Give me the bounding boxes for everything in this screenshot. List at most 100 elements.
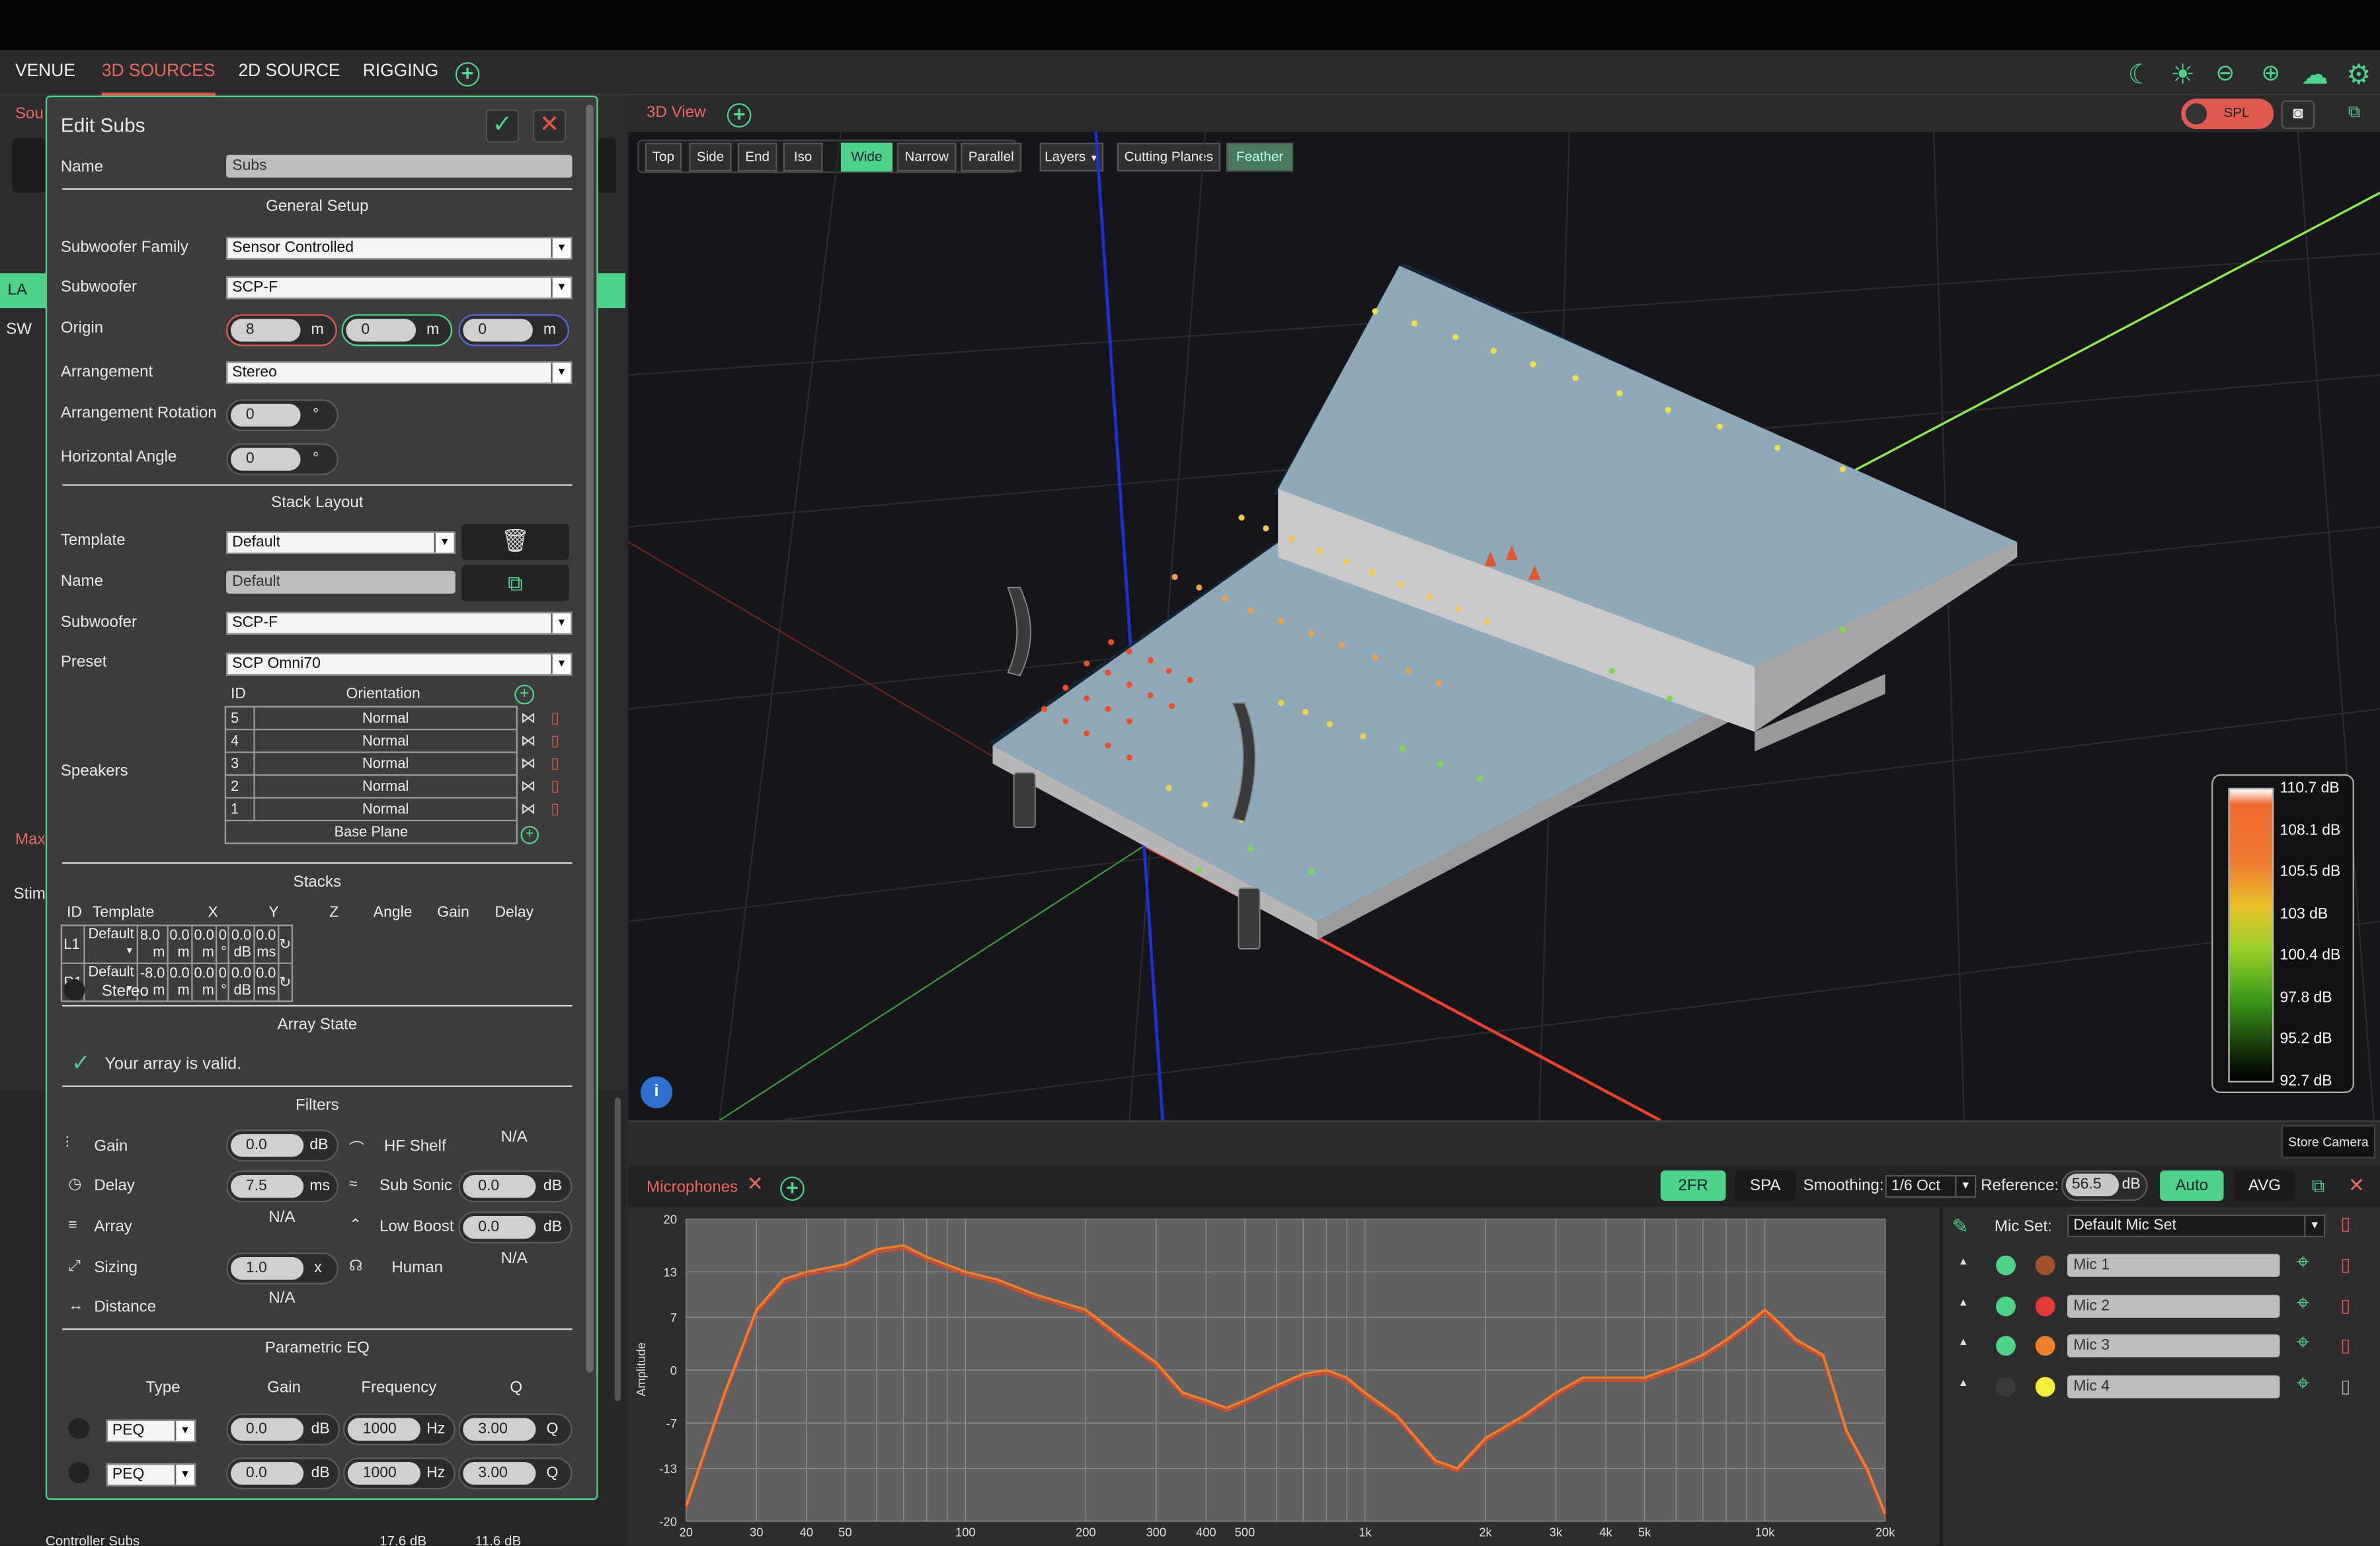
low-boost-value[interactable]: 0.0	[463, 1216, 536, 1239]
template-select[interactable]: Default ▼	[226, 531, 456, 555]
sizing-value[interactable]: 1.0	[230, 1257, 304, 1280]
crosshair-icon[interactable]: ⌖	[2297, 1250, 2309, 1276]
gain-value[interactable]: 0.0	[230, 1134, 304, 1157]
tab-2d-source[interactable]: 2D SOURCE	[238, 50, 340, 96]
mode-spa-button[interactable]: SPA	[1735, 1170, 1796, 1201]
peq-gain-value[interactable]: 0.0	[230, 1461, 304, 1485]
spl-toggle[interactable]: SPL	[2181, 99, 2274, 130]
mic-color-swatch[interactable]	[2035, 1377, 2055, 1397]
stack-delay-field[interactable]: 0.0 ms	[253, 924, 280, 964]
stack-angle-field[interactable]: 0 °	[216, 962, 230, 1002]
origin-z-value[interactable]: 0	[463, 319, 533, 342]
speaker-row[interactable]: 1 Normal	[224, 797, 518, 822]
add-tab-button[interactable]: +	[455, 61, 480, 88]
trash-icon[interactable]: ▯	[2340, 1254, 2350, 1275]
bg-scrollbar[interactable]	[614, 1097, 621, 1402]
stack-row[interactable]: L1 Default ▼ 8.0 m 0.0 m 0.0 m 0 ° 0.0 dB 0.0 m…	[60, 924, 293, 964]
stack-delay-field[interactable]: 0.0 ms	[253, 962, 280, 1002]
peq-q-field[interactable]: 3.00 Q	[458, 1457, 573, 1490]
add-base-plane-button[interactable]: +	[520, 825, 539, 844]
trash-icon[interactable]: ▯	[551, 733, 559, 750]
arrangement-rotation-value[interactable]: 0	[230, 403, 301, 427]
trash-icon[interactable]: ▯	[551, 710, 559, 727]
stack-row[interactable]: R1 Default▼ -8.0m 0.0m 0.0m 0° 0.0dB 0.0…	[60, 962, 293, 1002]
tab-venue[interactable]: VENUE	[15, 50, 75, 96]
stack-y-field[interactable]: 0.0 m	[166, 924, 193, 964]
base-plane-row[interactable]: Base Plane	[224, 819, 518, 844]
tab-3d-sources[interactable]: 3D SOURCES	[101, 50, 216, 96]
mic-name-field[interactable]: Mic 2	[2067, 1295, 2280, 1318]
trash-icon[interactable]: ▯	[2340, 1334, 2350, 1356]
mic-visible-toggle[interactable]	[1996, 1336, 2016, 1356]
mic-color-swatch[interactable]	[2035, 1255, 2055, 1276]
peq-enable-toggle[interactable]	[68, 1418, 90, 1440]
expand-icon[interactable]: ▲	[1958, 1338, 1969, 1348]
sizing-field[interactable]: 1.0 x	[226, 1252, 338, 1285]
arrangement-rotation-field[interactable]: 0 °	[226, 399, 338, 432]
flip-icon[interactable]: ⋈	[520, 733, 536, 750]
peq-type-select[interactable]: PEQ ▼	[106, 1463, 196, 1486]
peq-frequency-value[interactable]: 1000	[347, 1418, 420, 1441]
mic-color-swatch[interactable]	[2035, 1336, 2055, 1356]
speaker-row[interactable]: 5 Normal	[224, 706, 518, 731]
delete-template-button[interactable]: 🗑	[461, 524, 569, 561]
stack-x-field[interactable]: 8.0 m	[137, 924, 169, 964]
horizontal-angle-field[interactable]: 0 °	[226, 443, 338, 475]
stack-y-field[interactable]: 0.0 m	[166, 962, 193, 1002]
peq-q-value[interactable]: 3.00	[463, 1461, 536, 1485]
store-camera-button[interactable]: Store Camera	[2281, 1125, 2376, 1159]
3d-scene[interactable]	[628, 132, 2380, 1121]
stack-template-select[interactable]: Default ▼	[83, 924, 139, 964]
flip-icon[interactable]: ⋈	[520, 779, 536, 795]
camera-button[interactable]: ◙	[2281, 100, 2315, 130]
low-boost-field[interactable]: 0.0 dB	[458, 1211, 573, 1244]
mic-name-field[interactable]: Mic 4	[2067, 1375, 2280, 1399]
close-panel-icon[interactable]: ✕	[2348, 1174, 2365, 1198]
sub-sonic-value[interactable]: 0.0	[463, 1175, 536, 1198]
trash-icon[interactable]: ▯	[2340, 1213, 2350, 1234]
speaker-orientation[interactable]: Normal	[253, 774, 518, 799]
peq-gain-field[interactable]: 0.0 dB	[226, 1413, 340, 1445]
stack-z-field[interactable]: 0.0 m	[190, 924, 218, 964]
flip-icon[interactable]: ⋈	[520, 756, 536, 772]
speaker-row[interactable]: 4 Normal	[224, 729, 518, 753]
mic-row[interactable]: ▲ Mic 1 ⌖ ▯	[1952, 1250, 2377, 1283]
pencil-icon[interactable]: ✎	[1952, 1215, 1969, 1239]
speaker-row[interactable]: 3 Normal	[224, 751, 518, 776]
frequency-response-chart[interactable]: 20 13 7 0 -7 -13 -20 20 30 40 50 100 200 300 400 500 1k…	[631, 1209, 1936, 1546]
delay-value[interactable]: 7.5	[230, 1175, 304, 1198]
stereo-toggle[interactable]	[63, 979, 85, 1000]
stack-angle-field[interactable]: 0 °	[216, 924, 230, 964]
crosshair-icon[interactable]: ⌖	[2297, 1330, 2309, 1356]
speaker-orientation[interactable]: Normal	[253, 729, 518, 753]
peq-enable-toggle[interactable]	[68, 1461, 90, 1484]
confirm-button[interactable]: ✓	[485, 109, 520, 143]
smoothing-select[interactable]: 1/6 Oct ▼	[1885, 1175, 1977, 1198]
close-button[interactable]: ✕	[532, 109, 567, 143]
speaker-orientation[interactable]: Normal	[253, 706, 518, 731]
avg-button[interactable]: AVG	[2234, 1170, 2295, 1201]
preset-select[interactable]: SCP Omni70 ▼	[226, 653, 573, 676]
peq-gain-value[interactable]: 0.0	[230, 1418, 304, 1441]
subwoofer-select[interactable]: SCP-F ▼	[226, 276, 573, 300]
reference-value[interactable]: 56.5	[2065, 1173, 2120, 1197]
crosshair-icon[interactable]: ⌖	[2297, 1371, 2309, 1397]
tab-rigging[interactable]: RIGGING	[363, 50, 438, 96]
mic-color-swatch[interactable]	[2035, 1296, 2055, 1317]
reset-icon[interactable]: ↻	[277, 962, 293, 1002]
stack-gain-field[interactable]: 0.0 dB	[228, 924, 255, 964]
dialog-scrollbar[interactable]	[586, 104, 594, 1373]
cloud-download-icon[interactable]: ☁	[2298, 61, 2332, 88]
peq-frequency-value[interactable]: 1000	[347, 1461, 420, 1485]
mic-row[interactable]: ▲ Mic 3 ⌖ ▯	[1952, 1330, 2377, 1363]
peq-frequency-field[interactable]: 1000 Hz	[342, 1413, 456, 1445]
expand-icon[interactable]: ▲	[1958, 1379, 1969, 1389]
tab-microphones[interactable]: Microphones	[647, 1178, 738, 1197]
layout-name-field[interactable]: Default	[226, 571, 456, 594]
arrangement-select[interactable]: Stereo ▼	[226, 361, 573, 384]
sun-icon[interactable]: ☀	[2166, 61, 2200, 88]
trash-icon[interactable]: ▯	[2340, 1295, 2350, 1316]
mic-visible-toggle[interactable]	[1996, 1255, 2016, 1276]
mic-name-field[interactable]: Mic 3	[2067, 1334, 2280, 1358]
trash-icon[interactable]: ▯	[551, 801, 559, 818]
